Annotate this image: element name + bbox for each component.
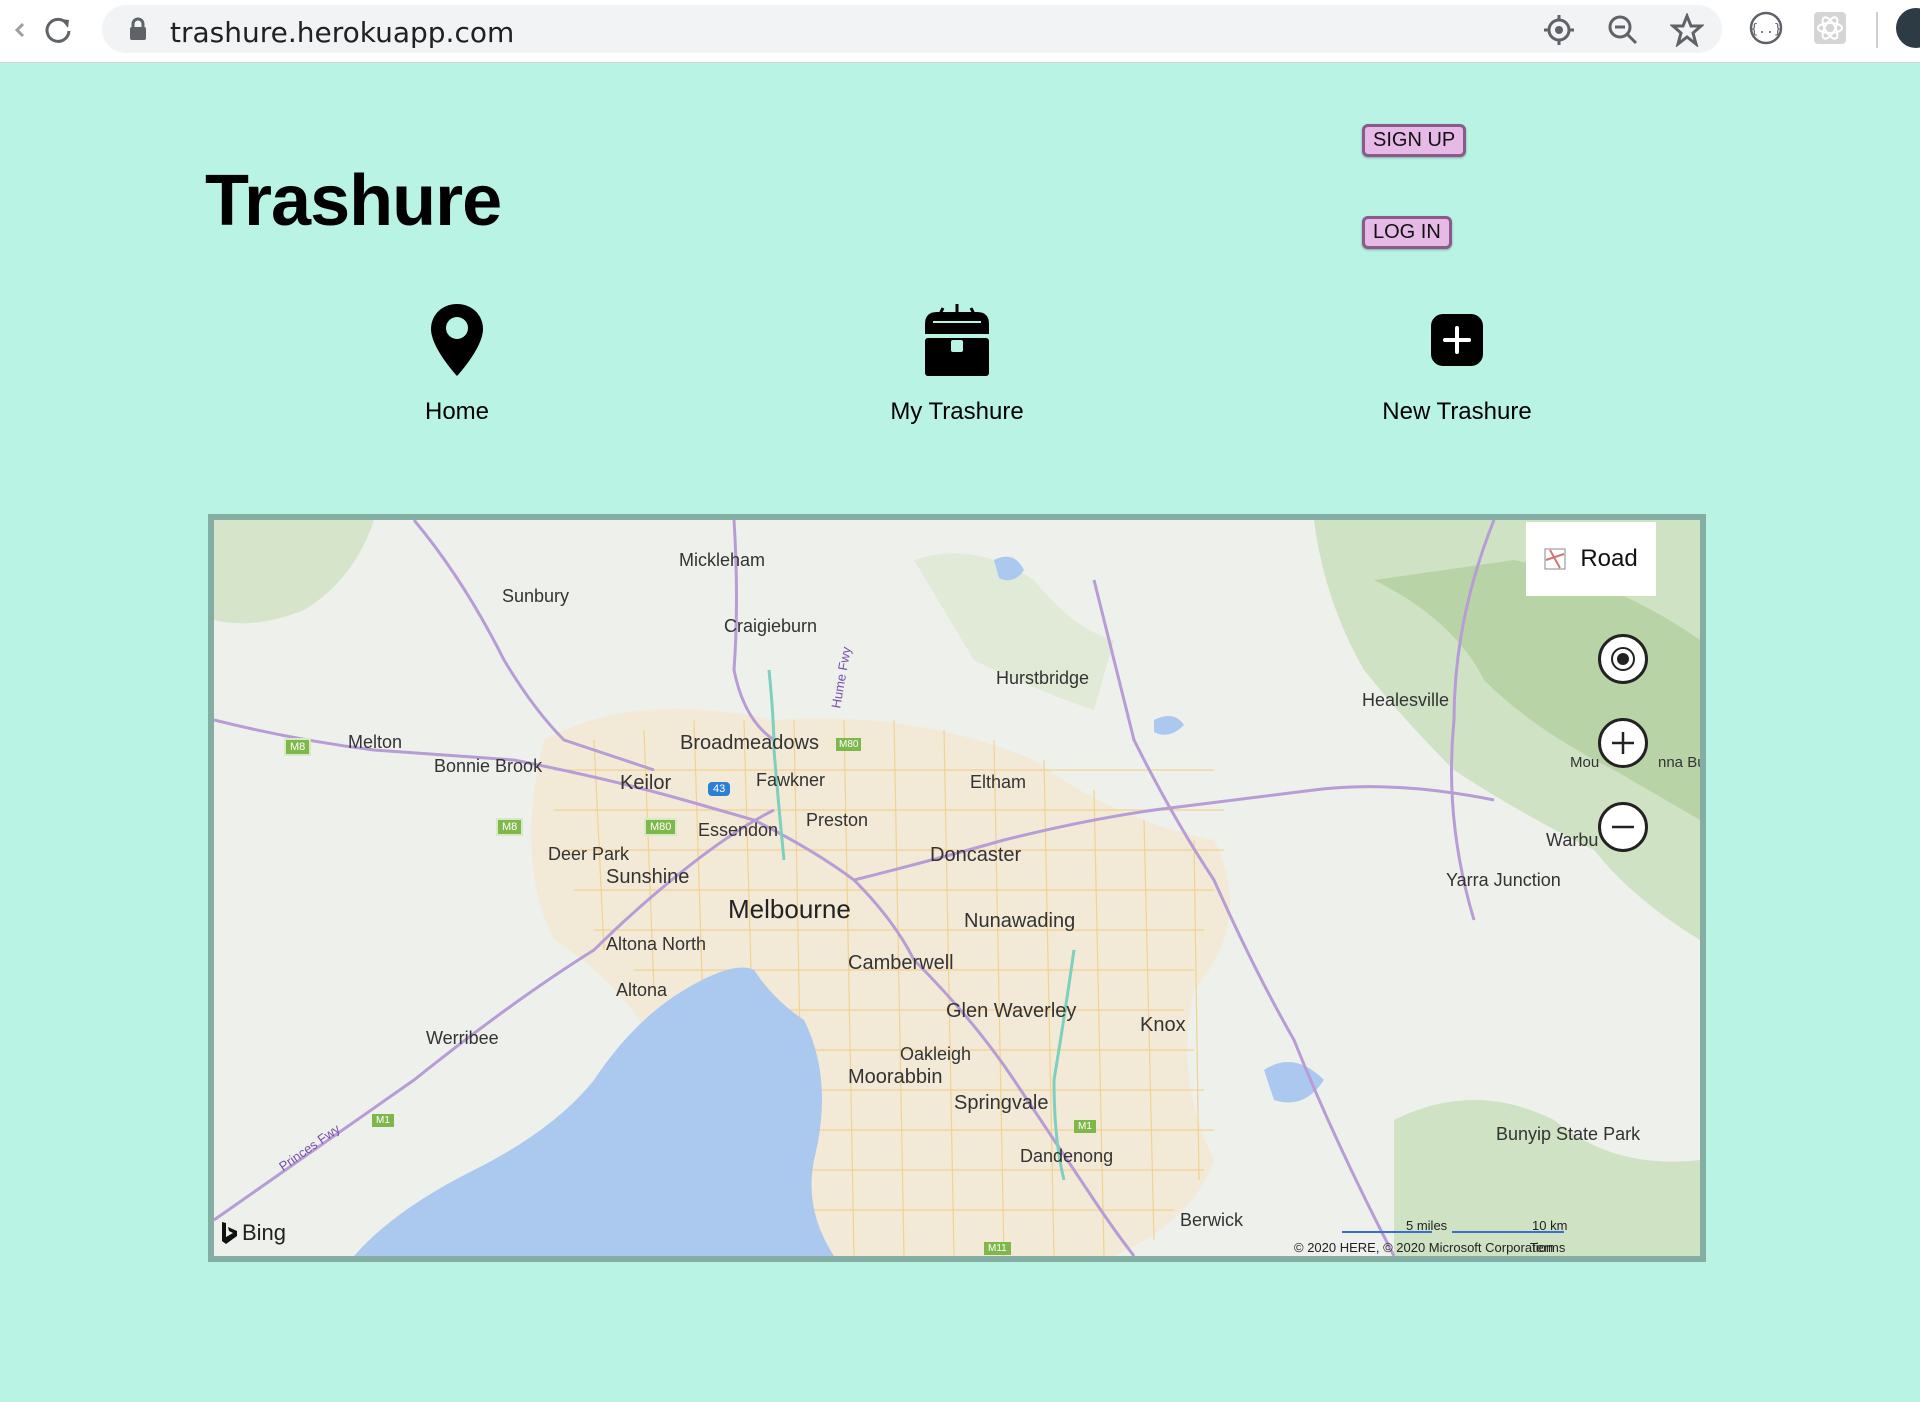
map-label: Hurstbridge: [996, 668, 1090, 688]
map-label: Deer Park: [548, 844, 630, 864]
scale-miles: 5 miles: [1406, 1218, 1448, 1233]
nav-home[interactable]: Home: [327, 300, 587, 426]
profile-avatar[interactable]: [1896, 8, 1920, 48]
road-shield: M1: [372, 1114, 394, 1127]
scale-km: 10 km: [1532, 1218, 1568, 1233]
bookmark-star-icon[interactable]: [1670, 13, 1704, 47]
map-label: Altona: [616, 980, 668, 1000]
map-label: Melbourne: [728, 894, 851, 924]
map-label: Springvale: [954, 1092, 1049, 1114]
location-target-icon[interactable]: [1542, 13, 1576, 47]
bing-icon: [222, 1222, 237, 1244]
nav-my-trashure[interactable]: My Trashure: [827, 300, 1087, 426]
zoom-in-button[interactable]: [1598, 718, 1648, 768]
plus-icon: [1612, 732, 1634, 754]
map-label: Knox: [1140, 1014, 1186, 1036]
react-devtools-icon[interactable]: [1810, 8, 1850, 48]
map-label: Essendon: [698, 820, 779, 840]
target-icon: [1611, 647, 1635, 671]
road-shield: M80: [644, 818, 678, 836]
svg-text:{..}: {..}: [1750, 22, 1781, 37]
map-style-button[interactable]: Road: [1526, 522, 1656, 596]
map-label: Doncaster: [930, 844, 1022, 866]
nav-new-trashure[interactable]: New Trashure: [1327, 300, 1587, 426]
map-label: Altona North: [606, 934, 707, 954]
page-title: Trashure: [205, 161, 502, 241]
locate-me-button[interactable]: [1598, 634, 1648, 684]
map-label: Melton: [348, 732, 403, 752]
map-pin-icon: [431, 304, 483, 376]
map-label: nna Bu: [1658, 754, 1706, 771]
map-label: Sunbury: [502, 586, 570, 606]
map-label: Craigieburn: [724, 616, 818, 636]
map-label: Keilor: [620, 772, 672, 794]
zoom-out-button[interactable]: [1598, 802, 1648, 852]
road-shield: 43: [708, 782, 731, 796]
map-label: Mickleham: [679, 550, 766, 570]
lock-icon: [130, 17, 146, 40]
map-label: Eltham: [970, 772, 1027, 792]
map-label: Moorabbin: [848, 1066, 943, 1088]
map[interactable]: Road Mickleham Sunbury Craigieburn Hurst…: [208, 514, 1706, 1262]
signup-button[interactable]: SIGN UP: [1362, 124, 1467, 157]
toolbar-divider: [1876, 12, 1878, 48]
road-shield: M8: [496, 818, 524, 836]
treasure-chest-icon: [925, 304, 989, 376]
minus-icon: [1612, 825, 1634, 829]
map-label: Mou: [1570, 754, 1600, 771]
road-shield: M1: [1074, 1120, 1096, 1133]
road-shield: M11: [984, 1242, 1011, 1255]
back-icon[interactable]: [0, 10, 40, 50]
login-button[interactable]: LOG IN: [1362, 216, 1452, 249]
map-label: Fawkner: [756, 770, 826, 790]
url-text: trashure.herokuapp.com: [170, 16, 515, 49]
road-shield: M80: [836, 738, 862, 751]
road-shield: M8: [284, 738, 312, 756]
map-label: Yarra Junction: [1446, 870, 1561, 890]
map-style-icon: [1544, 548, 1566, 570]
map-label: Preston: [806, 810, 869, 830]
nav-new-trashure-label: New Trashure: [1382, 398, 1532, 425]
nav-home-label: Home: [424, 398, 490, 425]
map-label: Bunyip State Park: [1496, 1124, 1641, 1144]
map-label: Warbu: [1546, 830, 1599, 850]
map-label: Healesville: [1362, 690, 1450, 710]
map-label: Glen Waverley: [946, 1000, 1077, 1022]
map-label: Werribee: [426, 1028, 499, 1048]
map-label: Dandenong: [1020, 1146, 1114, 1166]
map-label: Camberwell: [848, 952, 954, 974]
plus-square-icon: [1431, 314, 1483, 366]
browser-toolbar: trashure.herokuapp.com {..}: [0, 0, 1920, 63]
map-style-label: Road: [1580, 545, 1638, 572]
json-extension-icon[interactable]: {..}: [1746, 8, 1786, 48]
map-label: Nunawading: [964, 910, 1076, 932]
reload-icon[interactable]: [38, 10, 78, 50]
bing-logo: Bing: [220, 1220, 286, 1246]
map-label: Oakleigh: [900, 1044, 972, 1064]
map-label: Bonnie Brook: [434, 756, 543, 776]
map-copyright: © 2020 HERE, © 2020 Microsoft Corporatio…: [1294, 1240, 1554, 1255]
map-label: Sunshine: [606, 866, 690, 888]
bing-label: Bing: [242, 1220, 287, 1245]
address-bar[interactable]: trashure.herokuapp.com: [102, 5, 1722, 53]
map-terms-link[interactable]: Terms: [1530, 1240, 1565, 1255]
zoom-out-icon[interactable]: [1606, 13, 1640, 47]
nav-my-trashure-label: My Trashure: [890, 398, 1024, 425]
map-label: Broadmeadows: [680, 732, 819, 754]
map-label: Berwick: [1180, 1210, 1244, 1230]
